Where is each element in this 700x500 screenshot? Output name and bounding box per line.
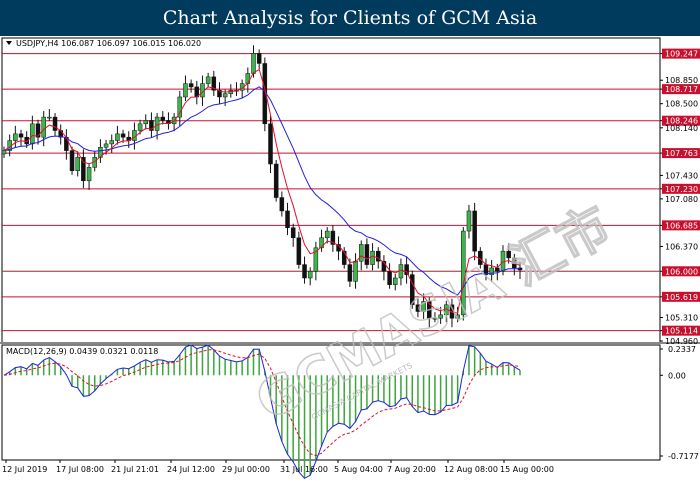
price-tick-label: 107.430	[665, 171, 698, 180]
candle-body	[188, 83, 194, 88]
candle-body	[183, 83, 188, 98]
candle-body	[75, 157, 80, 171]
chart-area: 109.56109.247108.850108.717108.500108.24…	[0, 36, 700, 500]
macd-tick-label: 0.2337	[668, 345, 696, 354]
x-tick-label: 31 Jul 16:00	[280, 465, 328, 474]
candle-body	[324, 230, 330, 239]
candle-body	[273, 163, 279, 198]
price-tick-label: 108.500	[665, 100, 698, 109]
candle-body	[290, 227, 296, 239]
candle-body	[137, 123, 143, 131]
macd-tick-label: 0.00	[668, 371, 686, 380]
candle-body	[13, 133, 18, 141]
price-tick-label: 106.370	[665, 242, 698, 251]
candle-body	[268, 123, 273, 165]
price-tick-label: 107.230	[665, 185, 698, 194]
candle-body	[81, 157, 86, 182]
candle-body	[245, 73, 251, 84]
price-tick-label: 108.850	[665, 76, 698, 85]
candle-body	[285, 210, 290, 228]
price-tick-label: 107.763	[665, 149, 698, 158]
x-tick-label: 12 Jul 2019	[2, 465, 47, 474]
price-tick-label: 108.717	[665, 85, 698, 94]
candle-body	[364, 244, 370, 265]
candle-body	[160, 116, 166, 121]
price-tick-label: 105.310	[665, 314, 698, 323]
candle-body	[41, 116, 46, 138]
candle-body	[86, 167, 92, 182]
candle-body	[115, 133, 120, 141]
macd-legend: MACD(12,26,9) 0.0439 0.0321 0.0118	[6, 347, 158, 356]
title-bar: Chart Analysis for Clients of GCM Asia	[0, 0, 700, 36]
x-tick-label: 5 Aug 04:00	[334, 465, 383, 474]
x-tick-label: 29 Jul 00:00	[222, 465, 270, 474]
price-tick-label: 106.000	[665, 267, 698, 276]
candle-body	[256, 53, 262, 64]
candle-body	[69, 150, 75, 171]
candle-body	[296, 237, 302, 265]
candle-body	[143, 120, 149, 125]
x-tick-label: 17 Jul 08:00	[56, 465, 104, 474]
candle-body	[200, 83, 205, 98]
price-tick-label: 109.56	[665, 36, 693, 38]
candle-body	[302, 264, 307, 279]
candle-body	[30, 123, 35, 145]
price-tick-label: 107.080	[665, 195, 698, 204]
candle-body	[251, 53, 256, 74]
price-tick-label: 105.114	[665, 327, 698, 336]
symbol-info: USDJPY,H4 106.087 106.097 106.015 106.02…	[16, 39, 201, 48]
candle-body	[393, 277, 398, 285]
x-tick-label: 24 Jul 12:00	[167, 465, 215, 474]
candle-body	[370, 250, 375, 265]
x-tick-label: 12 Aug 08:00	[444, 465, 498, 474]
price-tick-label: 109.247	[665, 50, 698, 59]
candle-body	[47, 116, 52, 119]
candle-body	[103, 143, 109, 148]
candle-body	[353, 260, 358, 282]
macd-tick-label: -0.7177	[668, 452, 699, 461]
candle-body	[120, 133, 126, 138]
candle-body	[18, 133, 24, 138]
x-tick-label: 15 Aug 00:00	[500, 465, 554, 474]
candle-body	[466, 210, 472, 232]
candle-body	[387, 271, 392, 285]
candle-body	[109, 140, 114, 145]
candle-body	[222, 93, 228, 98]
candle-body	[1, 150, 7, 155]
x-tick-label: 21 Jul 21:01	[111, 465, 159, 474]
candle-body	[347, 264, 353, 282]
x-tick-label: 7 Aug 20:00	[387, 465, 436, 474]
candle-body	[279, 197, 285, 212]
candle-body	[307, 271, 313, 279]
price-tick-label: 105.619	[665, 293, 698, 302]
candle-body	[358, 244, 364, 262]
candle-body	[404, 264, 409, 275]
price-tick-label: 106.685	[665, 221, 698, 230]
candle-body	[472, 210, 477, 252]
price-tick-label: 108.140	[665, 124, 698, 133]
chart-title: Chart Analysis for Clients of GCM Asia	[162, 7, 538, 29]
candle-body	[154, 116, 160, 131]
candle-body	[205, 76, 211, 84]
